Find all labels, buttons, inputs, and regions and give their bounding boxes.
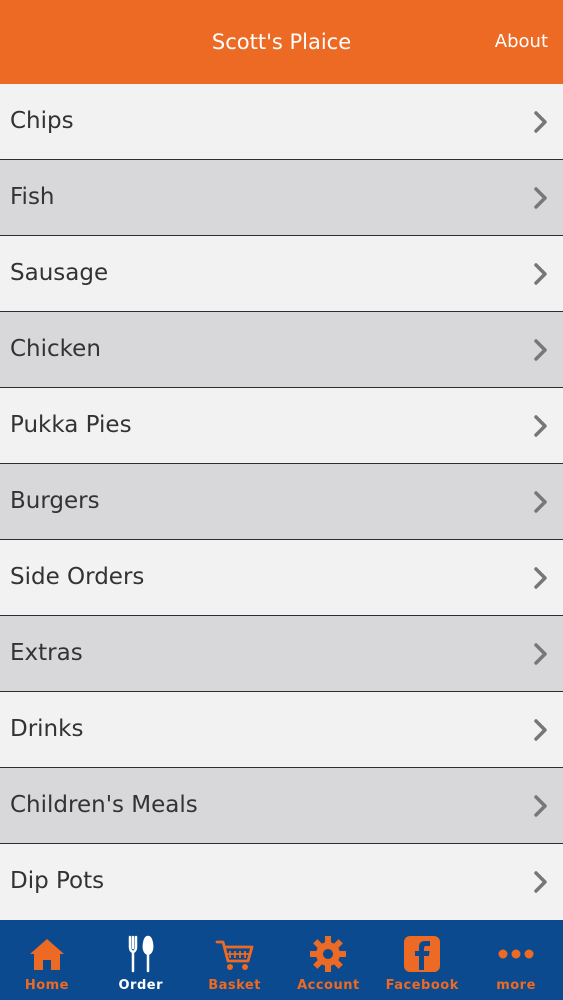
chevron-right-icon — [534, 643, 547, 665]
chevron-right-icon — [534, 187, 547, 209]
more-icon — [498, 949, 534, 959]
chevron-right-icon — [534, 871, 547, 893]
menu-item-label: Side Orders — [10, 564, 145, 590]
app-header: Scott's Plaice About — [0, 0, 563, 84]
basket-icon — [215, 940, 253, 970]
menu-item-label: Children's Meals — [10, 792, 198, 818]
menu-item-chicken[interactable]: Chicken — [0, 312, 563, 388]
tab-label: Facebook — [385, 978, 459, 993]
menu-item-pukka-pies[interactable]: Pukka Pies — [0, 388, 563, 464]
facebook-icon — [404, 936, 441, 972]
chevron-right-icon — [534, 263, 547, 285]
tab-facebook[interactable]: Facebook — [375, 920, 469, 1000]
category-list: Chips Fish Sausage Chicken Pukka Pies Bu… — [0, 84, 563, 920]
chevron-right-icon — [534, 111, 547, 133]
tab-basket[interactable]: Basket — [188, 920, 282, 1000]
tab-label: Basket — [208, 978, 261, 993]
chevron-right-icon — [534, 567, 547, 589]
menu-item-chips[interactable]: Chips — [0, 84, 563, 160]
chevron-right-icon — [534, 795, 547, 817]
menu-item-sausage[interactable]: Sausage — [0, 236, 563, 312]
menu-item-label: Chicken — [10, 336, 101, 362]
tab-order[interactable]: Order — [94, 920, 188, 1000]
menu-item-fish[interactable]: Fish — [0, 160, 563, 236]
menu-item-label: Sausage — [10, 260, 109, 286]
menu-item-burgers[interactable]: Burgers — [0, 464, 563, 540]
menu-item-label: Extras — [10, 640, 83, 666]
chevron-right-icon — [534, 415, 547, 437]
menu-item-childrens-meals[interactable]: Children's Meals — [0, 768, 563, 844]
tab-label: Home — [24, 978, 69, 993]
tab-home[interactable]: Home — [0, 920, 94, 1000]
menu-item-drinks[interactable]: Drinks — [0, 692, 563, 768]
chevron-right-icon — [534, 719, 547, 741]
menu-item-label: Dip Pots — [10, 868, 105, 894]
page-title: Scott's Plaice — [211, 30, 352, 54]
fork-knife-icon — [128, 935, 154, 973]
about-button[interactable]: About — [495, 0, 548, 94]
menu-item-label: Burgers — [10, 488, 100, 514]
gear-icon — [310, 936, 347, 972]
chevron-right-icon — [534, 491, 547, 513]
tab-label: Account — [297, 978, 360, 993]
tab-more[interactable]: more — [469, 920, 563, 1000]
home-icon — [29, 939, 64, 970]
tab-account[interactable]: Account — [281, 920, 375, 1000]
menu-item-label: Chips — [10, 108, 74, 134]
menu-item-dip-pots[interactable]: Dip Pots — [0, 844, 563, 919]
menu-item-side-orders[interactable]: Side Orders — [0, 540, 563, 616]
tab-label: Order — [118, 978, 163, 993]
menu-item-label: Pukka Pies — [10, 412, 132, 438]
chevron-right-icon — [534, 339, 547, 361]
menu-item-extras[interactable]: Extras — [0, 616, 563, 692]
tab-label: more — [496, 978, 536, 993]
menu-item-label: Fish — [10, 184, 55, 210]
menu-item-label: Drinks — [10, 716, 84, 742]
bottom-tab-bar: Home Order Basket Account Facebook more — [0, 920, 563, 1000]
